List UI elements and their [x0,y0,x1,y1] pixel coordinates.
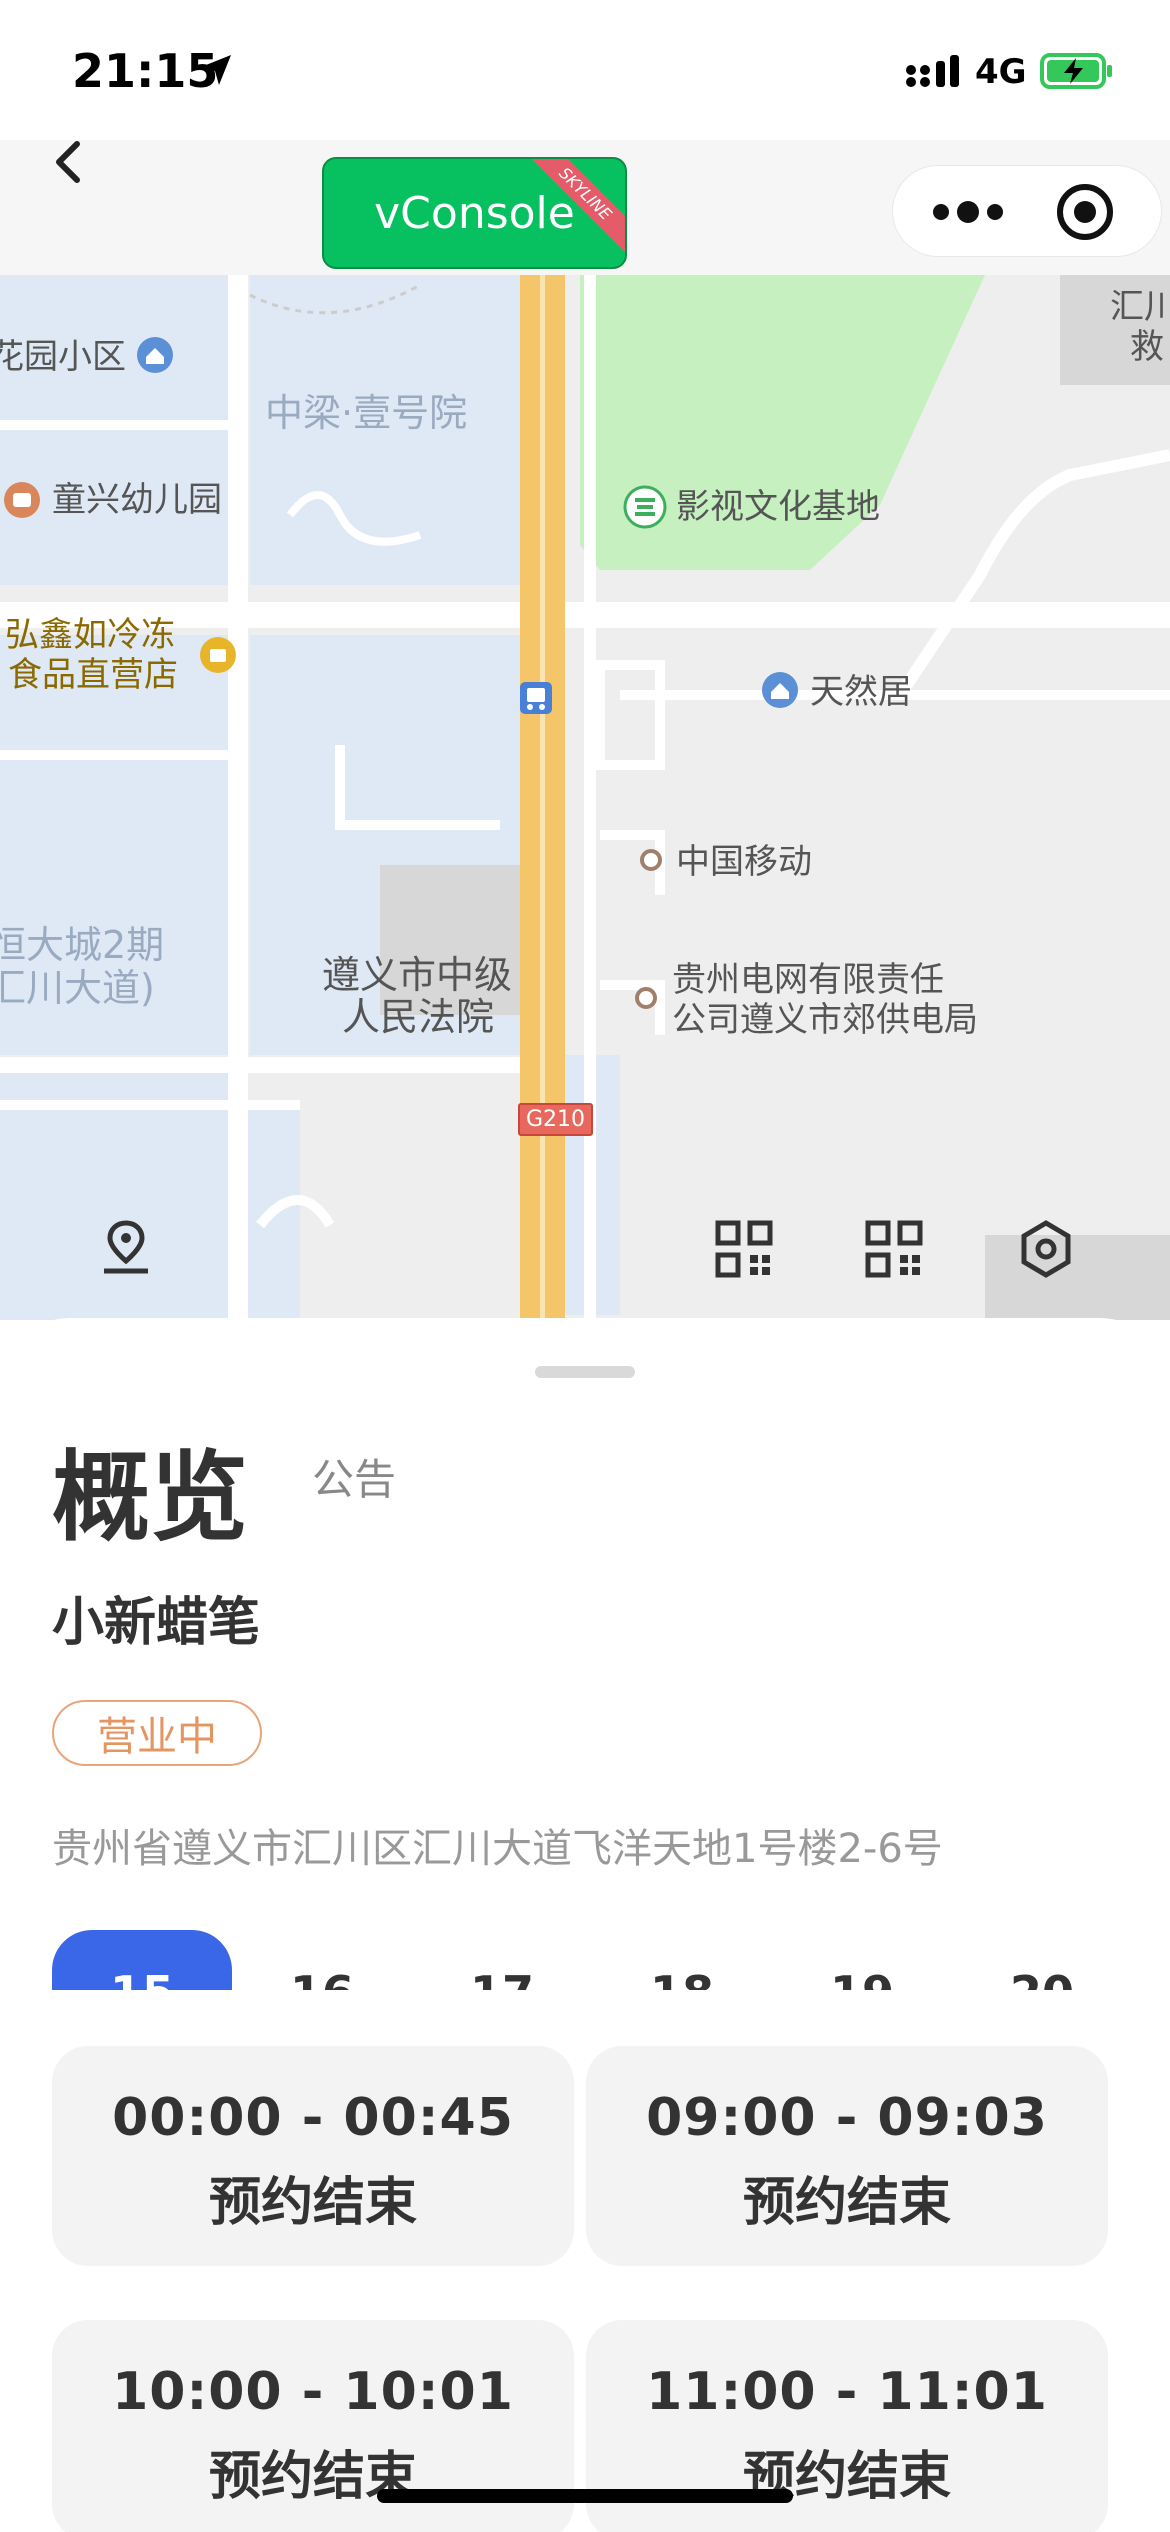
map-graphics [0,275,1170,1320]
time-slot-state: 预约结束 [742,2173,951,2233]
poi-dot-icon [635,987,657,1009]
date-item[interactable]: 19 [772,1966,952,1990]
vconsole-label: vConsole [374,187,575,239]
date-selector: 15 16 17 18 19 20 [0,1930,1170,1990]
tab-notice[interactable]: 公告 [312,1446,396,1507]
map-label-hongxin-1: 弘鑫如冷冻 [5,615,175,655]
map-label-hengda-2: 汇川大道) [0,966,155,1010]
map-label-edge-1: 汇川 [1110,287,1170,327]
network-type: 4G [975,52,1027,92]
residential-pin-icon [762,672,798,708]
bottom-sheet: 概览 公告 小新蜡笔 营业中 贵州省遵义市汇川区汇川大道飞洋天地1号楼2-6号 … [0,1318,1170,2532]
culture-base-pin-icon [623,485,667,529]
map-label-dianwang-2: 公司遵义市郊供电局 [672,1000,978,1040]
more-icon[interactable] [923,184,1013,240]
date-item[interactable]: 20 [952,1966,1132,1990]
status-time: 21:15 [72,44,219,98]
status-bar: 21:15 4G [0,0,1170,140]
date-item[interactable]: 17 [412,1966,592,1990]
time-slot-range: 11:00 - 11:01 [646,2362,1048,2422]
map-label-fayuan-1: 遵义市中级 [322,953,513,997]
time-slot[interactable]: 00:00 - 00:45 预约结束 [52,2046,574,2266]
map-label-yingshi: 影视文化基地 [676,487,880,527]
road-shield-g210: G210 [518,1103,594,1136]
kindergarten-pin-icon [4,482,40,518]
date-item[interactable]: 18 [592,1966,772,1990]
mini-program-capsule [892,165,1162,257]
time-slot-range: 09:00 - 09:03 [646,2088,1048,2148]
back-icon[interactable] [45,140,95,190]
map-label-fayuan-2: 人民法院 [342,995,495,1039]
location-arrow-icon [201,55,231,85]
shop-name: 小新蜡笔 [52,1593,261,1653]
qr-code-icon[interactable] [862,1217,926,1281]
status-badge: 营业中 [52,1700,262,1766]
map-label-hengda-1: 恒大城2期 [0,923,165,967]
close-mini-program-icon[interactable] [1053,180,1117,244]
map-label-dianwang-1: 贵州电网有限责任 [672,960,944,1000]
map-label-tianranju: 天然居 [810,672,912,712]
map-view[interactable]: 花园小区 中梁·壹号院 童兴幼儿园 影视文化基地 弘鑫如冷冻 食品直营店 天然居… [0,275,1170,1320]
time-slot-state: 预约结束 [208,2173,417,2233]
map-label-yidong: 中国移动 [676,842,812,882]
locate-icon[interactable] [94,1215,158,1279]
time-slot-range: 00:00 - 00:45 [112,2088,514,2148]
signal-icon [906,55,959,87]
map-label-edge-2: 救 [1130,327,1164,367]
home-indicator[interactable] [377,2489,793,2503]
screen: 21:15 4G vConsole SKYLINE 花园小区 中梁·壹号院 童兴… [0,0,1170,2532]
time-slot-range: 10:00 - 10:01 [112,2362,514,2422]
map-label-zhongliang: 中梁·壹号院 [265,391,468,435]
time-slot[interactable]: 09:00 - 09:03 预约结束 [586,2046,1108,2266]
shop-pin-icon [200,637,236,673]
date-item-selected[interactable]: 15 [52,1930,232,1990]
map-label-tongxing: 童兴幼儿园 [52,480,222,520]
nav-bar: vConsole SKYLINE [0,140,1170,275]
settings-hexagon-icon[interactable] [1014,1217,1078,1281]
sheet-drag-handle[interactable] [535,1366,635,1378]
tab-overview[interactable]: 概览 [52,1418,248,1560]
battery-charging-icon [1040,53,1112,89]
qr-code-icon[interactable] [712,1217,776,1281]
shop-address: 贵州省遵义市汇川区汇川大道飞洋天地1号楼2-6号 [52,1826,943,1872]
bus-stop-icon [520,682,552,714]
vconsole-button[interactable]: vConsole SKYLINE [322,157,627,269]
residential-pin-icon [137,337,173,373]
map-label-huayuan: 花园小区 [0,337,126,377]
map-label-hongxin-2: 食品直营店 [8,655,178,695]
date-item[interactable]: 16 [232,1966,412,1990]
poi-dot-icon [640,849,662,871]
